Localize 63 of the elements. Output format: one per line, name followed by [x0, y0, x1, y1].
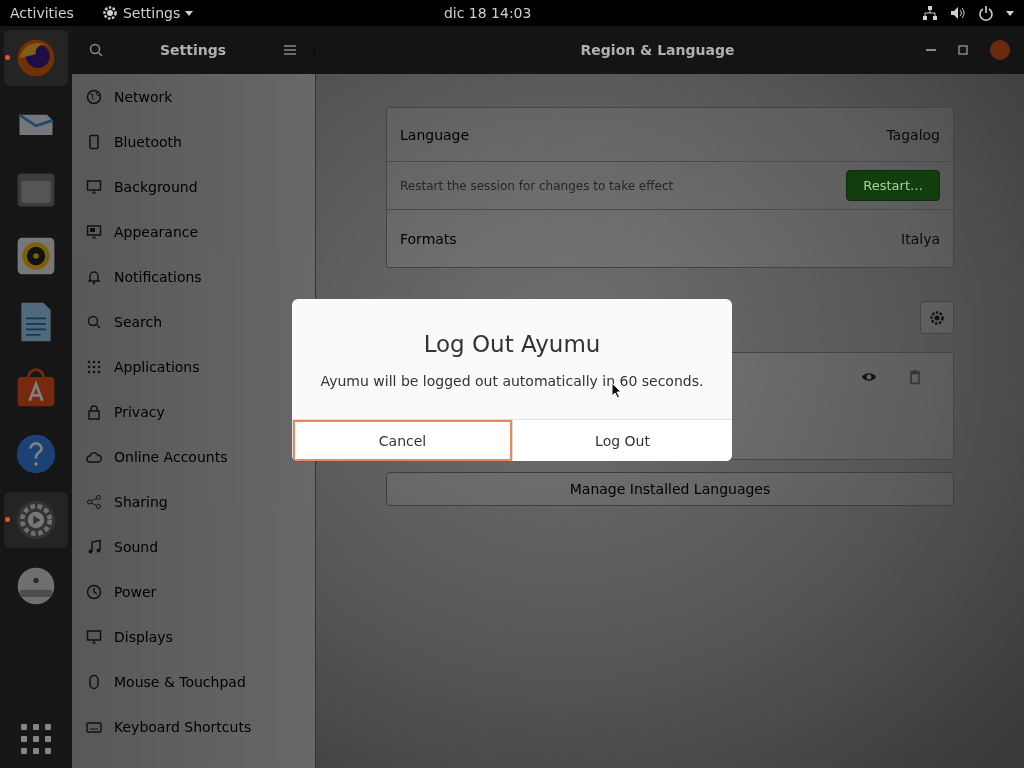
help-icon[interactable] [14, 432, 58, 476]
window-title: Region & Language [579, 42, 736, 58]
sidebar-item[interactable]: Applications [114, 358, 200, 375]
dock-item[interactable] [4, 30, 68, 86]
clock[interactable]: dic 18 14:03 [443, 5, 672, 21]
grid-icon [86, 358, 102, 375]
power-icon [978, 5, 994, 21]
sidebar-item[interactable]: Appearance [114, 223, 199, 240]
sidebar-item[interactable]: Sharing [114, 493, 168, 510]
sidebar-title: Settings [159, 42, 227, 58]
search-icon [86, 313, 102, 330]
monitor-icon [86, 628, 102, 645]
settings-button[interactable] [920, 301, 954, 334]
volume-icon [950, 5, 966, 21]
formats-label: Formats [400, 230, 457, 247]
dialog-button[interactable]: Log Out [512, 420, 732, 461]
share-icon [86, 493, 102, 510]
lock-icon [86, 403, 102, 420]
bell-icon [86, 268, 102, 285]
dialog-title: Log Out Ayumu [423, 331, 601, 357]
sidebar-item[interactable]: Notifications [114, 268, 202, 285]
sidebar-item[interactable]: Mouse & Touchpad [114, 673, 246, 690]
globe-icon [86, 88, 102, 105]
sidebar-item[interactable]: Bluetooth [114, 133, 182, 150]
sidebar-item[interactable]: Privacy [114, 403, 165, 420]
minimize-icon [926, 49, 936, 51]
language-label: Language [400, 126, 470, 143]
sidebar-item[interactable]: Background [114, 178, 198, 195]
manage-languages-button[interactable]: Manage Installed Languages [386, 472, 954, 506]
running-indicator [5, 55, 10, 60]
dialog-button[interactable]: Cancel [292, 420, 512, 461]
caret-icon [1006, 10, 1014, 16]
clock-icon [86, 583, 102, 600]
sidebar-item[interactable]: Sound [114, 538, 159, 555]
search-icon [88, 42, 104, 58]
monitor-icon [86, 223, 102, 240]
activities-button[interactable]: Activities [10, 5, 74, 21]
monitor-icon [86, 178, 102, 195]
app-grid-icon[interactable] [21, 724, 51, 754]
mouse-icon [86, 673, 102, 690]
sidebar-item[interactable]: Power [114, 583, 157, 600]
restart-button[interactable]: Restart… [846, 170, 940, 201]
music-note-icon [86, 538, 102, 555]
sidebar-item[interactable]: Search [114, 313, 163, 330]
language-value: Tagalog [886, 126, 940, 143]
gear-icon [101, 5, 118, 21]
sidebar-item[interactable]: Displays [114, 628, 173, 645]
maximize-icon [958, 45, 968, 55]
gear-icon[interactable] [14, 498, 58, 542]
running-indicator [5, 517, 10, 522]
network-icon [922, 5, 938, 21]
sidebar-item[interactable]: Online Accounts [114, 448, 228, 465]
dock-item[interactable] [4, 492, 68, 548]
formats-value: Italya [901, 230, 940, 247]
menu-icon [282, 42, 298, 58]
restart-hint: Restart the session for changes to take effect [400, 178, 674, 193]
phone-icon [86, 133, 102, 150]
app-menu[interactable]: Settings [122, 5, 181, 21]
caret-icon [185, 10, 194, 16]
sidebar-item[interactable]: Keyboard Shortcuts [114, 718, 252, 735]
gear-icon [929, 309, 945, 326]
trash-icon [907, 369, 923, 385]
sidebar-item[interactable]: Network [114, 88, 173, 105]
